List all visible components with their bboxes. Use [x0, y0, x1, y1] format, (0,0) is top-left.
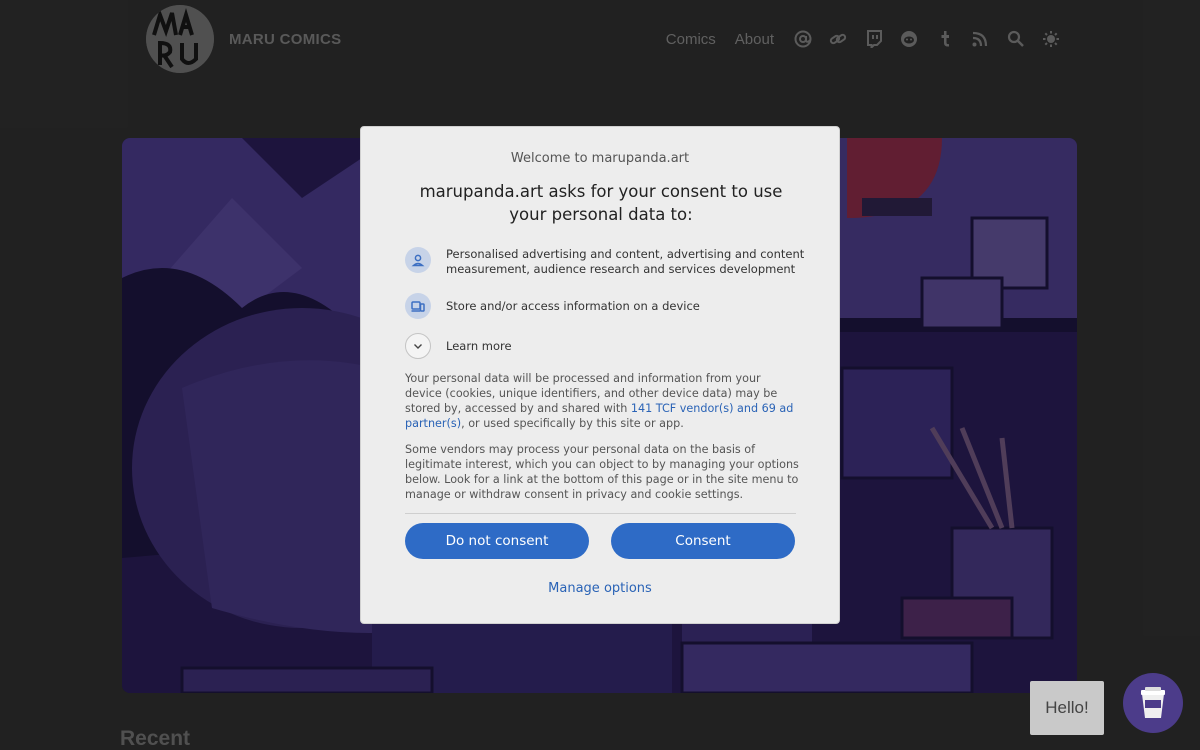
divider [405, 513, 796, 514]
learn-more-toggle[interactable] [405, 333, 431, 359]
consent-paragraph-legitimate-interest: Some vendors may process your personal d… [405, 443, 799, 501]
purpose-device-storage: Store and/or access information on a dev… [405, 293, 805, 319]
manage-options-link[interactable]: Manage options [361, 581, 839, 596]
learn-more-row[interactable]: Learn more [405, 333, 805, 359]
coffee-cup-icon [1141, 687, 1165, 718]
consent-dialog: Welcome to marupanda.art marupanda.art a… [360, 126, 840, 624]
learn-more-label[interactable]: Learn more [446, 333, 512, 354]
para-text: , or used specifically by this site or a… [461, 417, 684, 430]
consent-paragraph-vendors: Your personal data will be processed and… [405, 371, 800, 431]
consent-welcome: Welcome to marupanda.art [510, 151, 690, 166]
do-not-consent-button[interactable]: Do not consent [405, 523, 589, 559]
coffee-button[interactable] [1123, 673, 1183, 733]
person-icon [405, 247, 431, 273]
hello-bubble[interactable]: Hello! [1030, 681, 1104, 735]
purpose-personalised-ads: Personalised advertising and content, ad… [405, 247, 805, 277]
consent-headline: marupanda.art asks for your consent to u… [419, 182, 783, 224]
purpose-text: Personalised advertising and content, ad… [446, 247, 805, 276]
devices-icon [405, 293, 431, 319]
consent-button[interactable]: Consent [611, 523, 795, 559]
purpose-text: Store and/or access information on a dev… [446, 299, 700, 313]
chevron-down-icon [414, 344, 422, 349]
